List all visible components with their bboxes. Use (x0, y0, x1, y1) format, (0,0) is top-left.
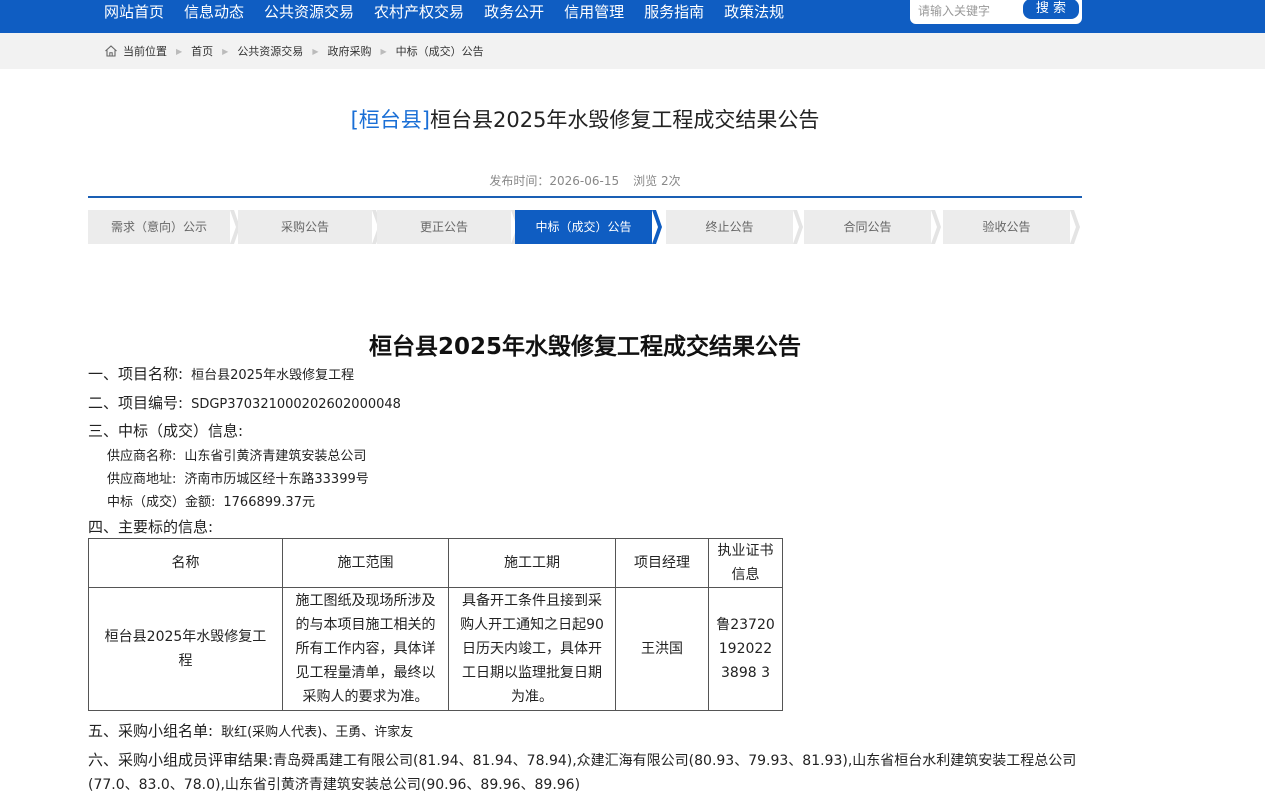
main-subject-heading: 四、主要标的信息: (88, 516, 213, 537)
chevron-right-icon (793, 210, 803, 244)
supplier-name-label: 供应商名称: (107, 449, 177, 464)
nav-item-gov-affairs[interactable]: 政务公开 (474, 0, 554, 33)
publish-time: 发布时间：2026-06-15 (489, 174, 620, 188)
breadcrumb-public-trade[interactable]: 公共资源交易 (237, 43, 303, 59)
chevron-right-icon (931, 210, 941, 244)
search-box: 搜 索 (910, 0, 1082, 24)
breadcrumb-separator-icon: ▶ (312, 46, 319, 56)
table-cell: 具备开工条件且接到采购人开工通知之日起90日历天内竣工，具体开工日期以监理批复日… (448, 587, 616, 711)
review-team-value: 耿红(采购人代表)、王勇、许家友 (221, 725, 414, 740)
project-name-line: 一、项目名称: 桓台县2025年水毁修复工程 (88, 363, 354, 384)
table-header-cell: 名称 (88, 538, 283, 588)
table-header-cell: 执业证书信息 (708, 538, 783, 588)
supplier-name-value: 山东省引黄济青建筑安装总公司 (184, 449, 367, 464)
project-name-label: 一、项目名称: (88, 365, 184, 383)
tab-label: 采购公告 (280, 220, 329, 234)
project-name-value: 桓台县2025年水毁修复工程 (191, 368, 355, 383)
table-header-row: 名称 施工范围 施工工期 项目经理 执业证书信息 (88, 538, 783, 588)
publish-meta: 发布时间：2026-06-15 浏览 2次 (0, 172, 1170, 189)
page-title: [桓台县]桓台县2025年水毁修复工程成交结果公告 (0, 104, 1170, 134)
tab-label: 验收公告 (982, 220, 1031, 234)
award-amount-label: 中标（成交）金额: (107, 495, 216, 510)
award-info-label: 三、中标（成交）信息: (88, 422, 244, 440)
table-cell-text: 桓台县2025年水毁修复工程 (104, 629, 267, 669)
nav-item-service-guide[interactable]: 服务指南 (634, 0, 714, 33)
table-cell-text: 鲁237201920223898 3 (716, 617, 775, 681)
table-header-text: 执业证书信息 (717, 543, 774, 583)
award-amount-line: 中标（成交）金额: 1766899.37元 (107, 491, 315, 510)
tab-contract-notice[interactable]: 合同公告 (804, 210, 931, 244)
table-header-cell: 项目经理 (615, 538, 709, 588)
breadcrumb-separator-icon: ▶ (176, 46, 183, 56)
breadcrumb-bar: 当前位置 ▶ 首页 ▶ 公共资源交易 ▶ 政府采购 ▶ 中标（成交）公告 (0, 33, 1265, 69)
tab-correction-notice[interactable]: 更正公告 (377, 210, 511, 244)
tab-label: 更正公告 (419, 220, 468, 234)
tab-acceptance-notice[interactable]: 验收公告 (943, 210, 1070, 244)
breadcrumb-current[interactable]: 中标（成交）公告 (396, 43, 484, 59)
review-result-line: 六、采购小组成员评审结果:青岛舜禹建工有限公司(81.94、81.94、78.9… (88, 749, 1088, 797)
supplier-address-label: 供应商地址: (107, 472, 177, 487)
supplier-address-value: 济南市历城区经十东路33399号 (184, 472, 369, 487)
table-cell: 施工图纸及现场所涉及的与本项目施工相关的所有工作内容，具体详见工程量清单，最终以… (282, 587, 449, 711)
region-tag[interactable]: [桓台县] (351, 108, 430, 132)
breadcrumb: 当前位置 ▶ 首页 ▶ 公共资源交易 ▶ 政府采购 ▶ 中标（成交）公告 (104, 33, 484, 69)
nav-item-public-trade[interactable]: 公共资源交易 (254, 0, 364, 33)
award-amount-value: 1766899.37元 (223, 495, 315, 510)
project-code-line: 二、项目编号: SDGP370321000202602000048 (88, 392, 401, 413)
tab-award-notice[interactable]: 中标（成交）公告 (515, 210, 652, 244)
supplier-address-line: 供应商地址: 济南市历城区经十东路33399号 (107, 468, 369, 487)
table-header-cell: 施工工期 (448, 538, 616, 588)
table-cell: 鲁237201920223898 3 (708, 587, 783, 711)
table-cell-text: 施工图纸及现场所涉及的与本项目施工相关的所有工作内容，具体详见工程量清单，最终以… (295, 593, 436, 705)
nav-item-news[interactable]: 信息动态 (174, 0, 254, 33)
chevron-right-icon (652, 210, 662, 244)
nav-item-home[interactable]: 网站首页 (94, 0, 174, 33)
review-team-label: 五、采购小组名单: (88, 722, 214, 740)
breadcrumb-label: 当前位置 (123, 45, 167, 58)
chevron-right-icon (1070, 210, 1080, 244)
home-icon (105, 45, 117, 57)
top-nav-bar: 网站首页 信息动态 公共资源交易 农村产权交易 政务公开 信用管理 服务指南 政… (0, 0, 1265, 33)
breadcrumb-gov-procurement[interactable]: 政府采购 (327, 43, 371, 59)
nav-item-credit[interactable]: 信用管理 (554, 0, 634, 33)
breadcrumb-separator-icon: ▶ (380, 46, 387, 56)
tab-label: 中标（成交）公告 (535, 220, 632, 234)
project-code-label: 二、项目编号: (88, 394, 184, 412)
title-divider (88, 196, 1082, 198)
table-cell: 王洪国 (615, 587, 709, 711)
tab-termination-notice[interactable]: 终止公告 (666, 210, 793, 244)
review-result-label: 六、采购小组成员评审结果: (88, 751, 274, 769)
page-title-text: 桓台县2025年水毁修复工程成交结果公告 (429, 108, 820, 132)
nav-item-policy[interactable]: 政策法规 (714, 0, 794, 33)
nav-item-rural-property[interactable]: 农村产权交易 (364, 0, 474, 33)
main-subject-label: 四、主要标的信息: (88, 518, 214, 536)
table-header-cell: 施工范围 (282, 538, 449, 588)
award-info-heading: 三、中标（成交）信息: (88, 420, 243, 441)
breadcrumb-separator-icon: ▶ (222, 46, 229, 56)
table-row: 桓台县2025年水毁修复工程 施工图纸及现场所涉及的与本项目施工相关的所有工作内… (88, 587, 783, 711)
search-input[interactable] (916, 1, 1028, 21)
table-cell: 桓台县2025年水毁修复工程 (88, 587, 283, 711)
breadcrumb-home[interactable]: 首页 (191, 43, 213, 59)
article-title: 桓台县2025年水毁修复工程成交结果公告 (368, 334, 801, 360)
tab-label: 合同公告 (843, 220, 892, 234)
supplier-name-line: 供应商名称: 山东省引黄济青建筑安装总公司 (107, 445, 366, 464)
tab-demand-notice[interactable]: 需求（意向）公示 (88, 210, 230, 244)
project-code-value: SDGP370321000202602000048 (191, 397, 401, 412)
main-nav: 网站首页 信息动态 公共资源交易 农村产权交易 政务公开 信用管理 服务指南 政… (94, 0, 794, 33)
table-cell-text: 具备开工条件且接到采购人开工通知之日起90日历天内竣工，具体开工日期以监理批复日… (460, 593, 604, 705)
subject-info-table: 名称 施工范围 施工工期 项目经理 执业证书信息 桓台县2025年水毁修复工程 … (88, 538, 783, 711)
search-button[interactable]: 搜 索 (1023, 0, 1079, 19)
view-count: 浏览 2次 (633, 174, 681, 188)
review-team-line: 五、采购小组名单: 耿红(采购人代表)、王勇、许家友 (88, 720, 413, 741)
tab-procurement-notice[interactable]: 采购公告 (238, 210, 372, 244)
tab-label: 终止公告 (705, 220, 754, 234)
tab-label: 需求（意向）公示 (110, 220, 207, 234)
